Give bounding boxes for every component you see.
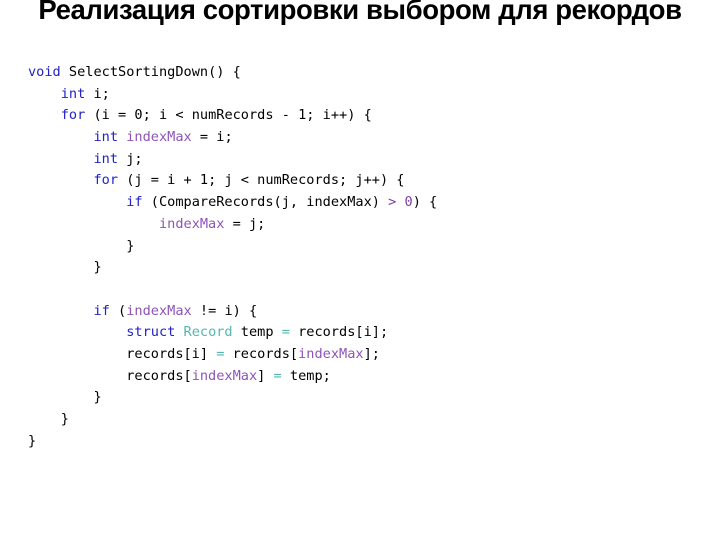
- code-token-pl: records[i]: [28, 345, 217, 362]
- code-token-pl: ]: [257, 367, 274, 384]
- code-line: if (CompareRecords(j, indexMax) > 0) {: [28, 192, 708, 214]
- code-token-pl: SelectSortingDown() {: [60, 64, 241, 80]
- code-token-kw: if: [93, 302, 110, 319]
- code-token-var: indexMax: [126, 302, 192, 319]
- code-token-pl: = j;: [224, 215, 266, 232]
- code-token-kw: if: [126, 194, 143, 211]
- code-line: records[i] = records[indexMax];: [28, 344, 708, 366]
- code-token-pl: }: [28, 411, 69, 427]
- code-line: }: [28, 431, 708, 453]
- code-token-pl: records[: [28, 367, 192, 384]
- code-token-pl: (i = 0; i < numRecords - 1; i++) {: [85, 107, 372, 124]
- code-token-pl: temp: [232, 324, 282, 341]
- code-token-pl: }: [28, 432, 37, 449]
- code-line: indexMax = j;: [28, 214, 708, 236]
- code-token-var: indexMax: [158, 215, 225, 232]
- code-token-kw: for: [93, 172, 119, 189]
- code-token-kw: int: [93, 150, 119, 167]
- code-token-kw: int: [93, 129, 119, 146]
- code-line: }: [28, 236, 708, 258]
- code-token-type: Record: [183, 324, 233, 341]
- code-line: }: [28, 409, 708, 431]
- code-token-pl: i;: [85, 85, 110, 102]
- code-line: int indexMax = i;: [28, 127, 708, 149]
- code-block: void SelectSortingDown() { int i; for (i…: [28, 62, 708, 452]
- code-line: void SelectSortingDown() {: [28, 62, 708, 84]
- code-token-pl: (CompareRecords(j, indexMax): [142, 194, 389, 211]
- code-line: }: [28, 257, 708, 279]
- code-token-var: indexMax: [191, 367, 258, 384]
- code-line: int j;: [28, 149, 708, 171]
- code-line: for (j = i + 1; j < numRecords; j++) {: [28, 170, 708, 192]
- code-token-var: indexMax: [298, 345, 364, 362]
- code-token-pl: j;: [118, 150, 143, 167]
- code-token-kw: for: [60, 107, 86, 124]
- code-token-kw: int: [60, 85, 86, 102]
- code-token-pl: records[i];: [289, 324, 389, 341]
- code-line: }: [28, 387, 708, 409]
- code-token-kw: void: [28, 64, 61, 80]
- slide-title: Реализация сортировки выбором для рекорд…: [38, 0, 682, 25]
- code-line: struct Record temp = records[i];: [28, 322, 708, 344]
- code-token-pl: (j = i + 1; j < numRecords; j++) {: [118, 172, 405, 189]
- code-token-eq: =: [281, 324, 290, 341]
- code-token-num: 0: [404, 194, 413, 211]
- code-line: ​: [28, 279, 708, 301]
- code-token-pl: temp;: [281, 367, 331, 384]
- code-token-var: indexMax: [126, 129, 192, 146]
- code-token-pl: records[: [224, 345, 299, 362]
- slide-canvas: Реализация сортировки выбором для рекорд…: [0, 0, 720, 540]
- code-token-pl: ) {: [412, 194, 438, 211]
- code-token-pl: (: [109, 302, 127, 319]
- code-token-pl: ];: [363, 345, 380, 362]
- code-token-pl: }: [28, 237, 135, 254]
- code-token-eq: =: [273, 367, 282, 384]
- code-line: if (indexMax != i) {: [28, 301, 708, 323]
- code-line: int i;: [28, 84, 708, 106]
- code-token-pl: }: [28, 259, 102, 276]
- code-line: records[indexMax] = temp;: [28, 366, 708, 388]
- code-token-pl: != i) {: [191, 302, 258, 319]
- code-token-kw: struct: [126, 324, 176, 341]
- code-token-pl: }: [28, 389, 102, 406]
- code-token-pl: = i;: [191, 129, 233, 146]
- code-line: for (i = 0; i < numRecords - 1; i++) {: [28, 105, 708, 127]
